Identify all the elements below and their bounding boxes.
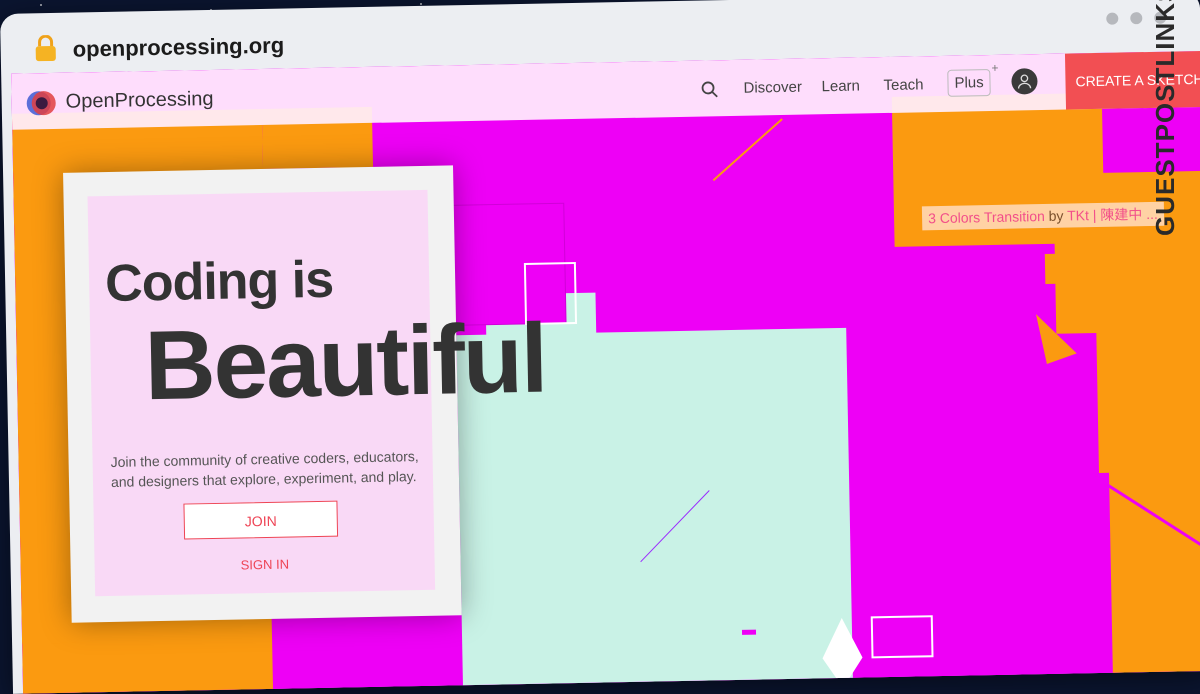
- user-avatar-icon[interactable]: [1011, 68, 1038, 95]
- watermark-text: GUESTPOSTLINKS: [1150, 0, 1180, 236]
- sign-in-link[interactable]: SIGN IN: [240, 557, 289, 573]
- browser-window: openprocessing.org OpenProcessing Discov…: [0, 0, 1200, 694]
- openprocessing-logo-icon[interactable]: [25, 87, 58, 120]
- nav-discover[interactable]: Discover: [743, 79, 802, 97]
- sketch-credit-by: by: [1048, 207, 1064, 224]
- search-icon[interactable]: [700, 80, 718, 98]
- url-text[interactable]: openprocessing.org: [72, 33, 284, 63]
- join-button[interactable]: JOIN: [183, 500, 339, 540]
- person-icon: [1017, 74, 1032, 89]
- sketch-author-link[interactable]: TKt | 陳建中 ...: [1067, 206, 1158, 224]
- sketch-title-link[interactable]: 3 Colors Transition: [928, 208, 1045, 226]
- nav-learn[interactable]: Learn: [821, 78, 860, 96]
- window-dot[interactable]: [1106, 12, 1119, 25]
- nav-teach[interactable]: Teach: [883, 76, 923, 94]
- hero-title-line1: Coding is: [104, 250, 334, 314]
- window-dot[interactable]: [1130, 12, 1143, 25]
- lock-icon: [35, 34, 56, 62]
- hero-description: Join the community of creative coders, e…: [110, 448, 419, 490]
- hero-title-line2: Beautiful: [143, 302, 547, 421]
- logo-text[interactable]: OpenProcessing: [65, 88, 213, 114]
- nav-plus[interactable]: Plus: [947, 68, 991, 97]
- sketch-credit: 3 Colors Transition by TKt | 陳建中 ...: [921, 201, 1165, 231]
